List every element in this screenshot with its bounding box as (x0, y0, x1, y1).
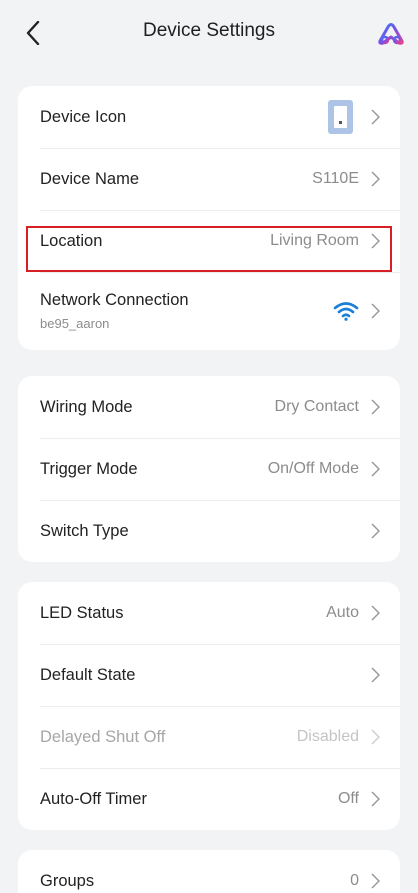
groups-label: Groups (40, 871, 95, 890)
delayed-shut-off-label: Delayed Shut Off (40, 727, 166, 746)
chevron-right-icon (371, 303, 380, 319)
groups-row[interactable]: Groups 0 (18, 850, 400, 893)
chevron-right-icon (371, 109, 380, 125)
chevron-right-icon (371, 605, 380, 621)
led-status-row[interactable]: LED Status Auto (18, 582, 400, 644)
chevron-right-icon (371, 233, 380, 249)
location-value: Living Room (270, 232, 359, 249)
wiring-mode-label: Wiring Mode (40, 397, 133, 416)
switch-type-label: Switch Type (40, 521, 129, 540)
chevron-right-icon (371, 523, 380, 539)
chevron-right-icon (371, 171, 380, 187)
wiring-card: Wiring Mode Dry Contact Trigger Mode On/… (18, 376, 400, 562)
location-label: Location (40, 231, 103, 250)
auto-off-timer-label: Auto-Off Timer (40, 789, 147, 808)
delayed-shut-off-row[interactable]: Delayed Shut Off Disabled (18, 706, 400, 768)
groups-value: 0 (350, 872, 359, 889)
auto-off-timer-row[interactable]: Auto-Off Timer Off (18, 768, 400, 830)
auto-off-timer-value: Off (337, 790, 359, 807)
wiring-mode-value: Dry Contact (274, 398, 359, 415)
wifi-icon (333, 302, 359, 321)
chevron-right-icon (371, 791, 380, 807)
led-status-label: LED Status (40, 603, 124, 622)
page-title: Device Settings (142, 20, 275, 41)
delayed-shut-off-value: Disabled (296, 728, 359, 745)
behavior-card: LED Status Auto Default State Delayed Sh… (18, 582, 400, 830)
location-row[interactable]: Location Living Room (18, 210, 400, 272)
trigger-mode-row[interactable]: Trigger Mode On/Off Mode (18, 438, 400, 500)
led-status-value: Auto (326, 604, 359, 621)
trigger-mode-value: On/Off Mode (267, 460, 359, 477)
default-state-label: Default State (40, 665, 136, 684)
switch-device-icon (328, 100, 353, 134)
chevron-right-icon (371, 873, 380, 889)
device-icon-row[interactable]: Device Icon (18, 86, 400, 148)
default-state-row[interactable]: Default State (18, 644, 400, 706)
network-connection-label: Network Connection (40, 291, 189, 309)
device-settings-screen: Device Settings Device Icon Device Name … (0, 0, 418, 893)
header: Device Settings (0, 0, 418, 66)
chevron-right-icon (371, 729, 380, 745)
device-name-row[interactable]: Device Name S110E (18, 148, 400, 210)
chevron-right-icon (371, 399, 380, 415)
device-name-value: S110E (312, 170, 359, 187)
network-connection-row[interactable]: Network Connection be95_aaron (18, 272, 400, 350)
groups-card: Groups 0 (18, 850, 400, 893)
switch-type-row[interactable]: Switch Type (18, 500, 400, 562)
chevron-right-icon (371, 667, 380, 683)
chevron-right-icon (371, 461, 380, 477)
wiring-mode-row[interactable]: Wiring Mode Dry Contact (18, 376, 400, 438)
device-icon-label: Device Icon (40, 107, 127, 126)
trigger-mode-label: Trigger Mode (40, 459, 138, 478)
network-ssid: be95_aaron (40, 316, 110, 331)
device-name-label: Device Name (40, 169, 140, 188)
brand-logo-icon (378, 23, 404, 45)
device-info-card: Device Icon Device Name S110E Location L… (18, 86, 400, 350)
